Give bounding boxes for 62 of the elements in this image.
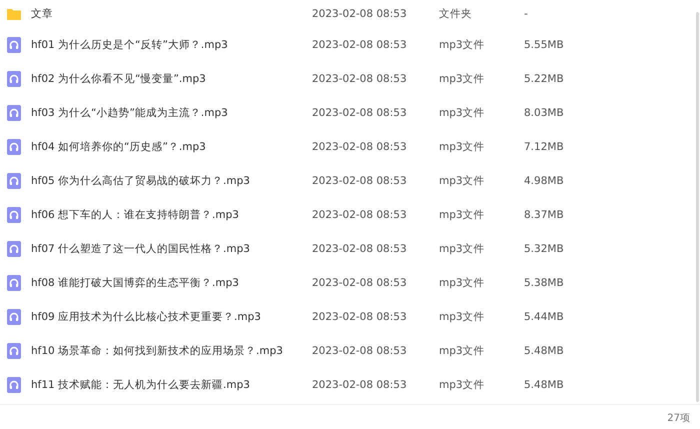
file-name[interactable]: hf09 应用技术为什么比核心技术更重要？.mp3 bbox=[31, 310, 312, 324]
file-size: 7.12MB bbox=[524, 141, 564, 153]
modified-date: 2023-02-08 08:53 bbox=[312, 379, 408, 391]
headphones-icon bbox=[7, 173, 21, 189]
modified-date: 2023-02-08 08:53 bbox=[312, 311, 408, 323]
file-name[interactable]: hf08 谁能打破大国博弈的生态平衡？.mp3 bbox=[31, 276, 312, 290]
file-size: 5.48MB bbox=[524, 379, 564, 391]
file-name[interactable]: hf04 如何培养你的“历史感”？.mp3 bbox=[31, 140, 312, 154]
modified-date: 2023-02-08 08:53 bbox=[312, 209, 408, 221]
headphones-icon bbox=[7, 309, 21, 325]
file-type: mp3文件 bbox=[439, 38, 486, 52]
folder-icon bbox=[7, 6, 21, 22]
file-type: mp3文件 bbox=[439, 174, 486, 188]
file-size: 5.38MB bbox=[524, 277, 564, 289]
file-size: 4.98MB bbox=[524, 175, 564, 187]
file-name[interactable]: hf02 为什么你看不见“慢变量”.mp3 bbox=[31, 72, 312, 86]
headphones-icon bbox=[7, 377, 21, 393]
headphones-icon bbox=[7, 37, 21, 53]
modified-date: 2023-02-08 08:53 bbox=[312, 39, 408, 51]
file-size: 8.37MB bbox=[524, 209, 564, 221]
modified-date: 2023-02-08 08:53 bbox=[312, 175, 408, 187]
file-type: 文件夹 bbox=[439, 7, 473, 21]
file-type: mp3文件 bbox=[439, 140, 486, 154]
scrollbar[interactable] bbox=[696, 12, 699, 402]
headphones-icon bbox=[7, 275, 21, 291]
file-name[interactable]: hf11 技术赋能：无人机为什么要去新疆.mp3 bbox=[31, 378, 312, 392]
modified-date: 2023-02-08 08:53 bbox=[312, 73, 408, 85]
file-name[interactable]: hf01 为什么历史是个“反转”大师？.mp3 bbox=[31, 38, 312, 52]
file-type: mp3文件 bbox=[439, 378, 486, 392]
file-name[interactable]: hf06 想下车的人：谁在支持特朗普？.mp3 bbox=[31, 208, 312, 222]
headphones-icon bbox=[7, 105, 21, 121]
headphones-icon bbox=[7, 241, 21, 257]
file-size: 5.55MB bbox=[524, 39, 564, 51]
file-type: mp3文件 bbox=[439, 242, 486, 256]
file-size: 5.32MB bbox=[524, 243, 564, 255]
file-name[interactable]: hf05 你为什么高估了贸易战的破坏力？.mp3 bbox=[31, 174, 312, 188]
file-size: 5.44MB bbox=[524, 311, 564, 323]
file-name[interactable]: 文章 bbox=[31, 7, 312, 21]
file-name[interactable]: hf07 什么塑造了这一代人的国民性格？.mp3 bbox=[31, 242, 312, 256]
modified-date: 2023-02-08 08:53 bbox=[312, 277, 408, 289]
file-type: mp3文件 bbox=[439, 344, 486, 358]
modified-date: 2023-02-08 08:53 bbox=[312, 141, 408, 153]
item-count: 27项 bbox=[667, 412, 690, 425]
headphones-icon bbox=[7, 71, 21, 87]
headphones-icon bbox=[7, 207, 21, 223]
file-size: 5.22MB bbox=[524, 73, 564, 85]
modified-date: 2023-02-08 08:53 bbox=[312, 345, 408, 357]
headphones-icon bbox=[7, 343, 21, 359]
file-type: mp3文件 bbox=[439, 72, 486, 86]
file-name[interactable]: hf10 场景革命：如何找到新技术的应用场景？.mp3 bbox=[31, 344, 312, 358]
file-size: 5.48MB bbox=[524, 345, 564, 357]
file-type: mp3文件 bbox=[439, 106, 486, 120]
file-size: - bbox=[524, 8, 528, 20]
file-size: 8.03MB bbox=[524, 107, 564, 119]
headphones-icon bbox=[7, 139, 21, 155]
modified-date: 2023-02-08 08:53 bbox=[312, 243, 408, 255]
file-type: mp3文件 bbox=[439, 208, 486, 222]
file-type: mp3文件 bbox=[439, 276, 486, 290]
file-type: mp3文件 bbox=[439, 310, 486, 324]
file-name[interactable]: hf03 为什么“小趋势”能成为主流？.mp3 bbox=[31, 106, 312, 120]
modified-date: 2023-02-08 08:53 bbox=[312, 8, 408, 20]
modified-date: 2023-02-08 08:53 bbox=[312, 107, 408, 119]
